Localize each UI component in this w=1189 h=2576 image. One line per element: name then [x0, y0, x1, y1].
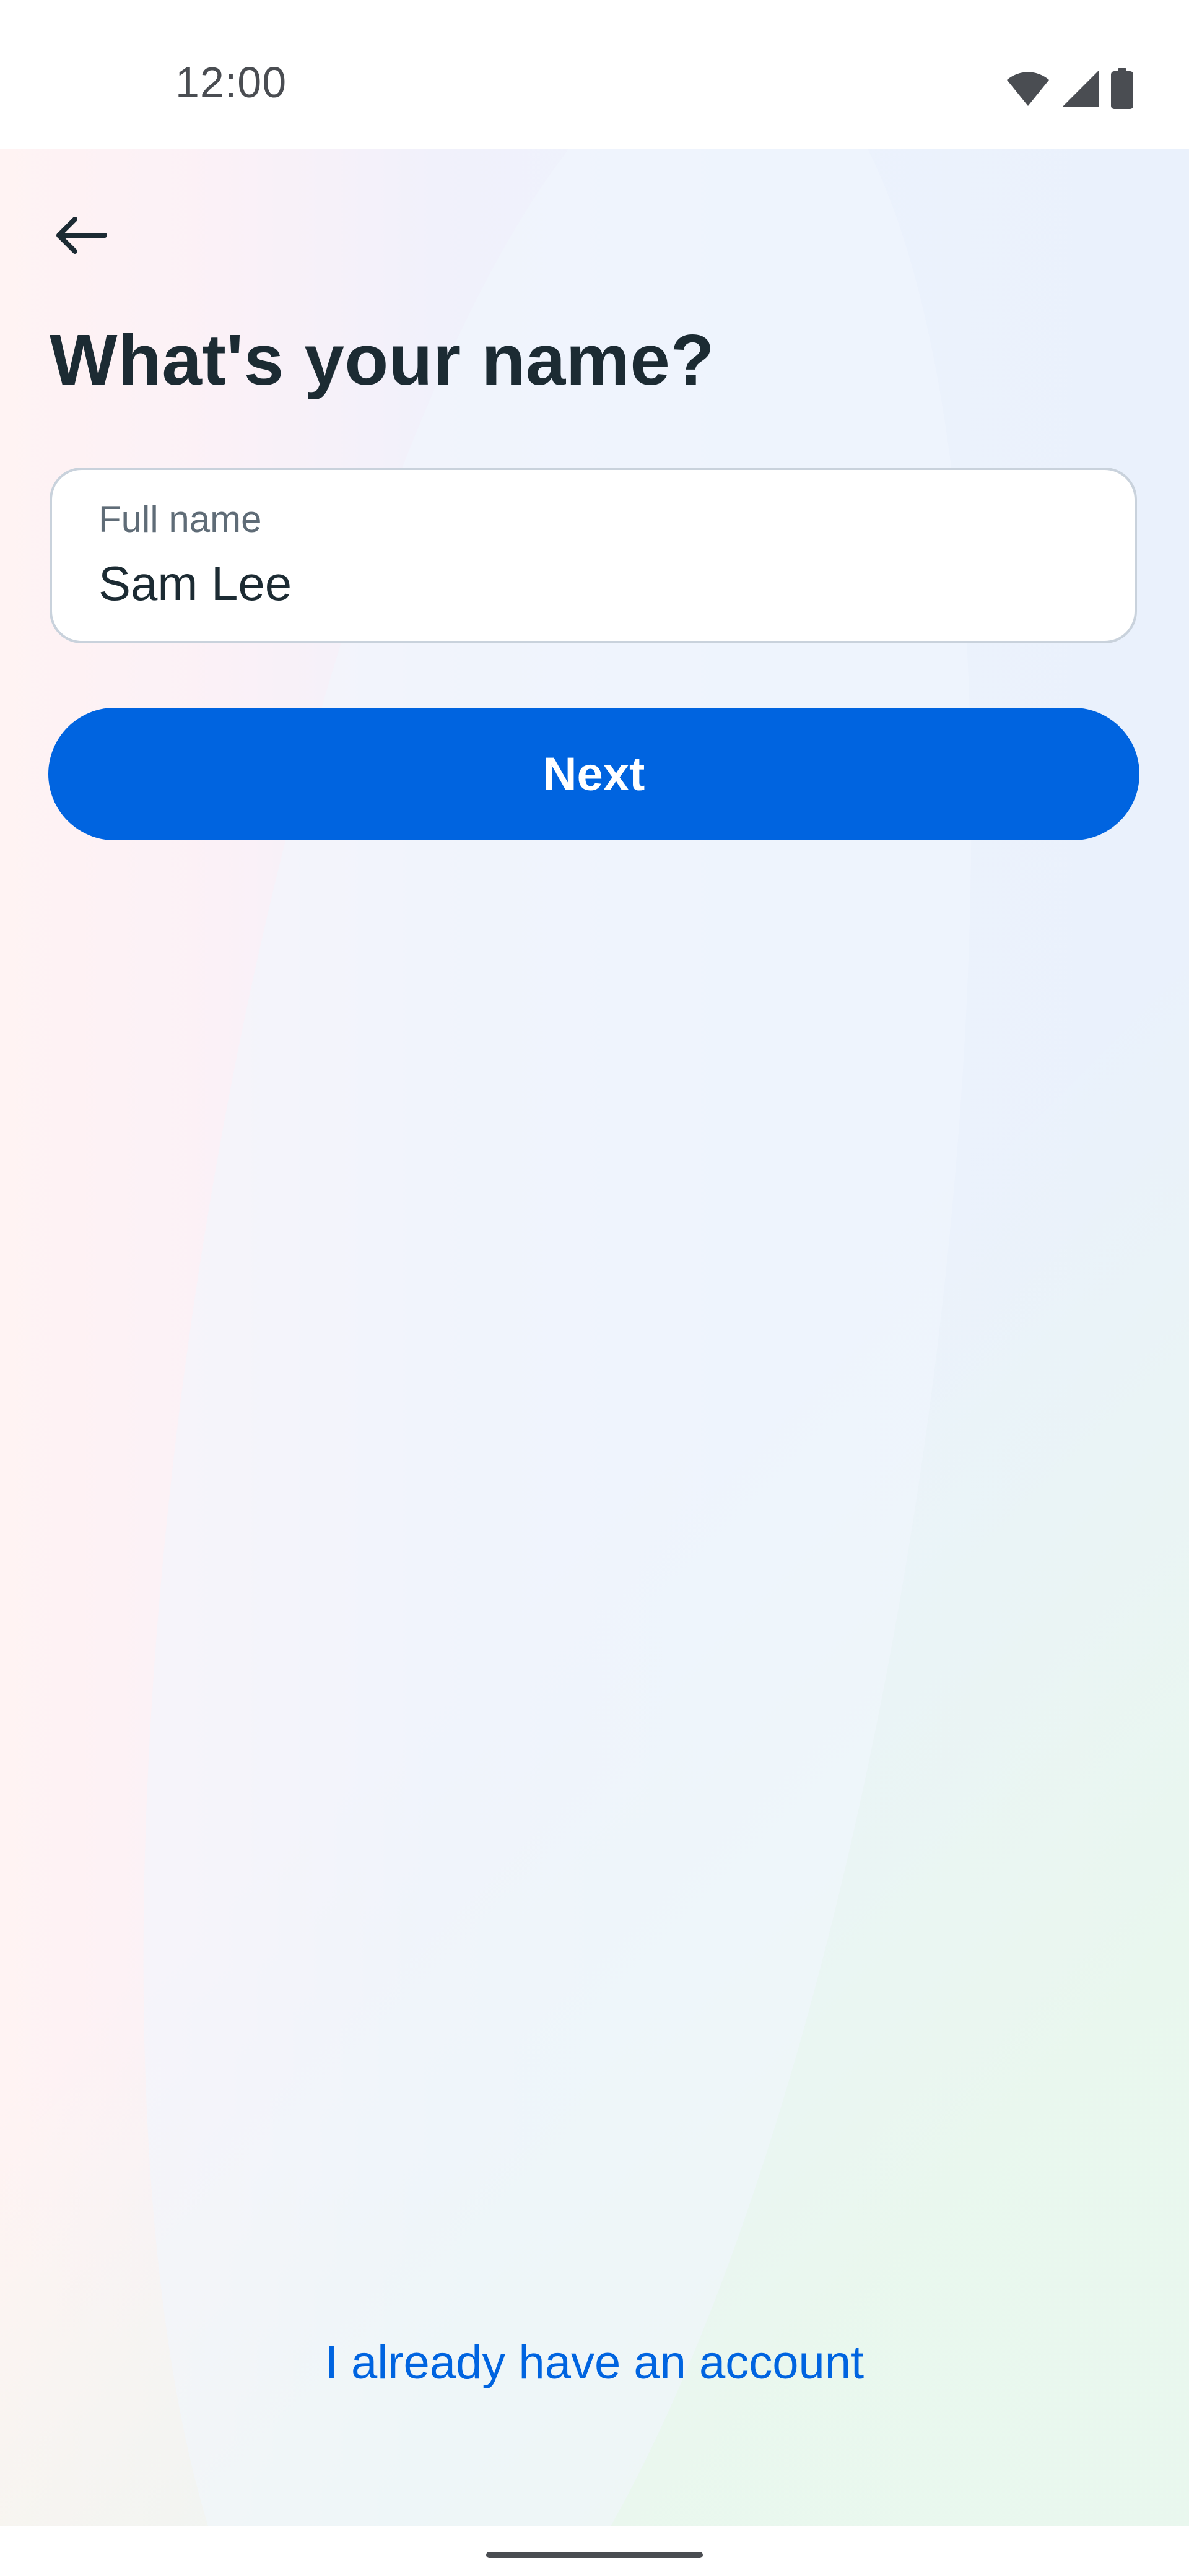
wifi-icon	[1007, 72, 1049, 106]
status-icons	[1006, 67, 1133, 110]
back-button[interactable]	[43, 198, 118, 272]
login-link[interactable]: I already have an account	[0, 2339, 1189, 2387]
arrow-left-icon	[56, 217, 107, 254]
next-button[interactable]: Next	[48, 708, 1139, 840]
cellular-signal-icon	[1063, 71, 1099, 107]
status-time: 12:00	[175, 58, 287, 107]
full-name-field[interactable]: Full name	[50, 468, 1137, 643]
home-indicator[interactable]	[486, 2552, 703, 2558]
full-name-input[interactable]	[98, 555, 1058, 611]
battery-icon	[1111, 68, 1133, 109]
page-title: What's your name?	[50, 320, 715, 400]
status-bar: 12:00	[0, 0, 1189, 149]
signup-name-screen: What's your name? Full name Next I alrea…	[0, 149, 1189, 2526]
full-name-label: Full name	[98, 498, 262, 540]
navigation-bar	[0, 2526, 1189, 2576]
